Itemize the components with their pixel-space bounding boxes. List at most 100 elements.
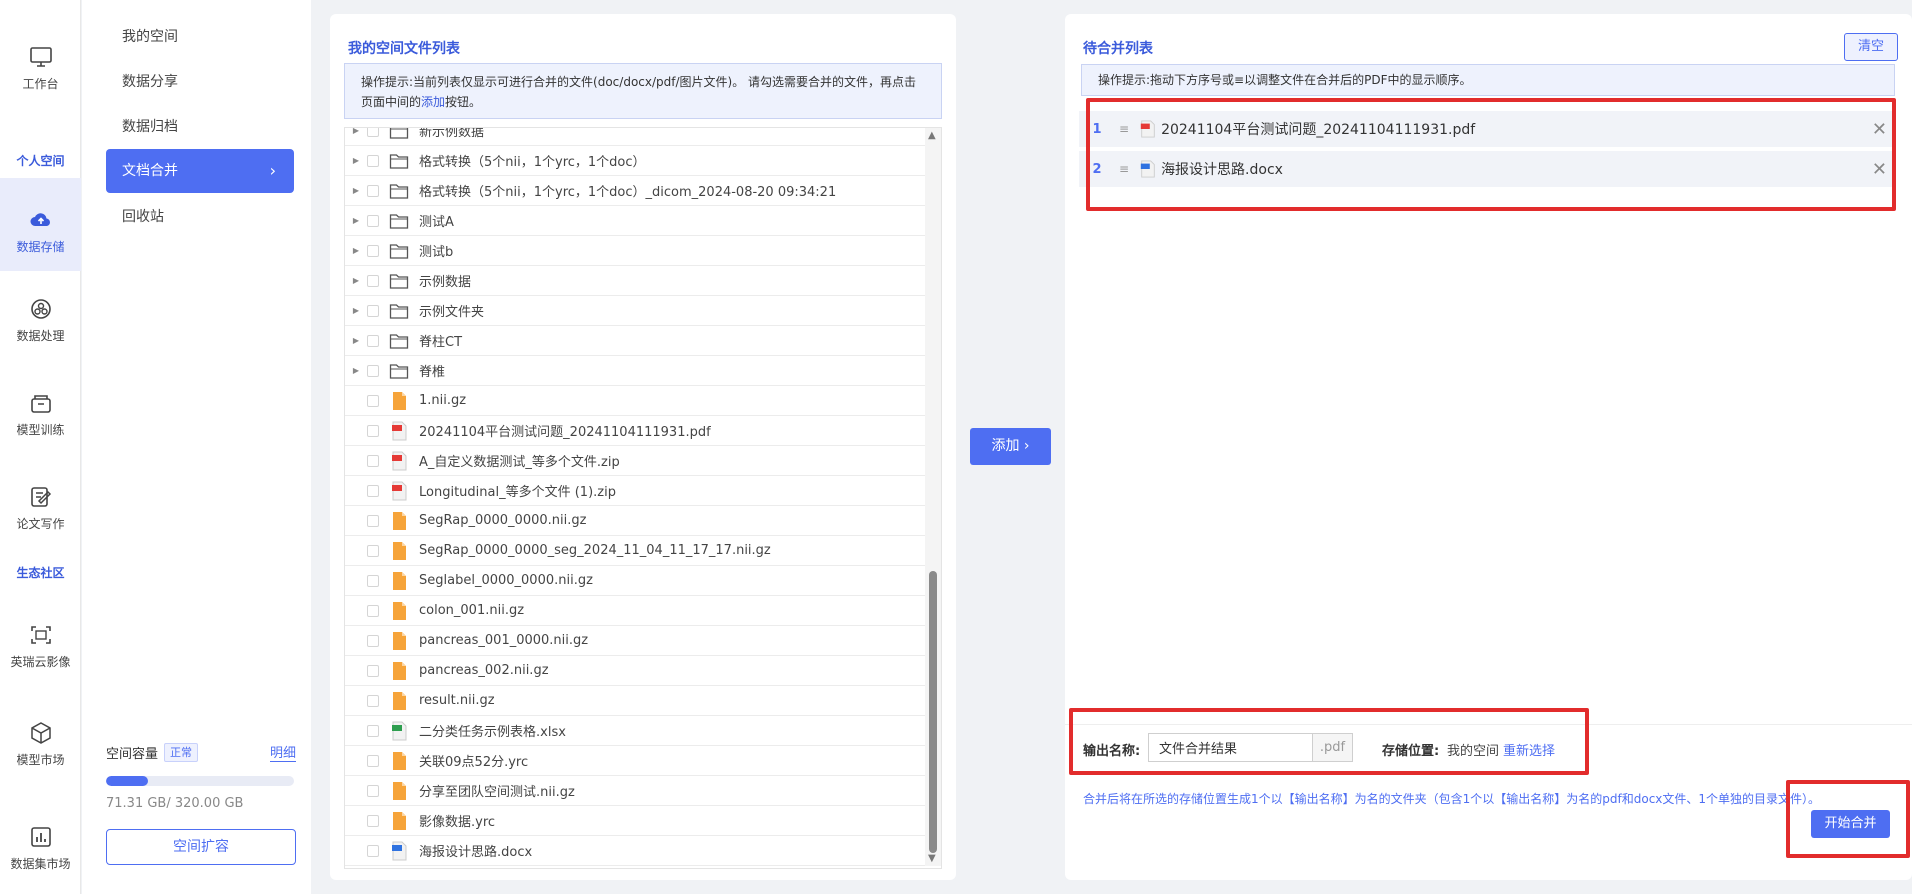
scrollbar[interactable]: ▲ ▼ — [925, 128, 941, 866]
file-checkbox[interactable] — [367, 128, 379, 137]
start-merge-button[interactable]: 开始合并 — [1811, 810, 1890, 838]
merge-item[interactable]: 2 ≡ 海报设计思路.docx ✕ — [1079, 151, 1895, 187]
menu-item-data-share[interactable]: 数据分享 — [106, 60, 294, 104]
file-checkbox[interactable] — [367, 424, 379, 437]
reselect-link[interactable]: 重新选择 — [1503, 740, 1555, 759]
expand-arrow-icon[interactable]: ▶ — [345, 276, 367, 285]
rail-workbench[interactable]: 工作台 — [0, 45, 81, 92]
file-checkbox[interactable] — [367, 634, 379, 647]
expand-arrow-icon[interactable]: ▶ — [345, 246, 367, 255]
file-row[interactable]: Seglabel_0000_0000.nii.gz — [345, 566, 941, 596]
add-button[interactable]: 添加 › — [970, 428, 1051, 465]
remove-icon[interactable]: ✕ — [1872, 159, 1887, 180]
file-row[interactable]: result.nii.gz — [345, 686, 941, 716]
file-checkbox[interactable] — [367, 754, 379, 767]
scroll-down-icon[interactable]: ▼ — [928, 853, 936, 864]
file-row[interactable]: 影像数据.yrc — [345, 806, 941, 836]
file-row[interactable]: 分享至团队空间测试.nii.gz — [345, 776, 941, 806]
folder-row[interactable]: ▶ 新示例数据 — [345, 128, 941, 146]
rail-data-processing[interactable]: 数据处理 — [0, 297, 81, 344]
file-checkbox[interactable] — [367, 514, 379, 527]
expand-arrow-icon[interactable]: ▶ — [345, 306, 367, 315]
file-row[interactable]: 海报设计思路.docx — [345, 836, 941, 866]
expand-arrow-icon[interactable]: ▶ — [345, 366, 367, 375]
file-name: 关联09点52分.yrc — [419, 755, 529, 770]
file-checkbox[interactable] — [367, 604, 379, 617]
file-checkbox[interactable] — [367, 184, 379, 197]
file-checkbox[interactable] — [367, 724, 379, 737]
file-checkbox[interactable] — [367, 304, 379, 317]
file-row[interactable]: Longitudinal_等多个文件 (1).zip — [345, 476, 941, 506]
file-name: 格式转换（5个nii，1个yrc，1个doc）_dicom_2024-08-20… — [419, 185, 837, 200]
file-row[interactable]: SegRap_0000_0000_seg_2024_11_04_11_17_17… — [345, 536, 941, 566]
folder-row[interactable]: ▶ 脊椎 — [345, 356, 941, 386]
expand-space-button[interactable]: 空间扩容 — [106, 829, 296, 865]
rail-paper-writing[interactable]: 论文写作 — [0, 485, 81, 532]
file-checkbox[interactable] — [367, 664, 379, 677]
storage-info: 空间容量 正常 明细 71.31 GB/ 320.00 GB — [106, 742, 296, 811]
menu-item-recycle-bin[interactable]: 回收站 — [106, 195, 294, 239]
merge-item-number[interactable]: 1 — [1079, 122, 1115, 137]
file-row[interactable]: SegRap_0000_0000.nii.gz — [345, 506, 941, 536]
file-name: 二分类任务示例表格.xlsx — [419, 725, 566, 740]
expand-arrow-icon[interactable]: ▶ — [345, 216, 367, 225]
folder-row[interactable]: ▶ 示例文件夹 — [345, 296, 941, 326]
folder-row[interactable]: ▶ 格式转换（5个nii，1个yrc，1个doc）_dicom_2024-08-2… — [345, 176, 941, 206]
menu-item-my-space[interactable]: 我的空间 — [106, 15, 294, 59]
merge-item[interactable]: 1 ≡ 20241104平台测试问题_20241104111931.pdf ✕ — [1079, 111, 1895, 147]
scan-frame-icon — [30, 626, 51, 644]
file-checkbox[interactable] — [367, 784, 379, 797]
rail-model-training[interactable]: 模型训练 — [0, 391, 81, 438]
file-checkbox[interactable] — [367, 334, 379, 347]
folder-row[interactable]: ▶ 脊柱CT — [345, 326, 941, 356]
file-list-title: 我的空间文件列表 — [348, 41, 460, 57]
file-row[interactable]: 1.nii.gz — [345, 386, 941, 416]
file-checkbox[interactable] — [367, 274, 379, 287]
merge-item-number[interactable]: 2 — [1079, 162, 1115, 177]
folder-icon — [389, 213, 409, 229]
storage-detail-link[interactable]: 明细 — [269, 742, 296, 762]
file-checkbox[interactable] — [367, 544, 379, 557]
file-row[interactable]: pancreas_001_0000.nii.gz — [345, 626, 941, 656]
file-row[interactable]: 20241104平台测试问题_20241104111931.pdf — [345, 416, 941, 446]
expand-arrow-icon[interactable]: ▶ — [345, 186, 367, 195]
file-checkbox[interactable] — [367, 484, 379, 497]
drag-handle-icon[interactable]: ≡ — [1119, 162, 1129, 176]
xlsx-file-icon — [392, 721, 407, 740]
menu-item-doc-merge[interactable]: 文档合并 › — [106, 149, 294, 193]
file-row[interactable]: 关联09点52分.yrc — [345, 746, 941, 776]
file-checkbox[interactable] — [367, 244, 379, 257]
rail-dataset-market[interactable]: 数据集市场 — [0, 825, 81, 872]
folder-row[interactable]: ▶ 测试b — [345, 236, 941, 266]
remove-icon[interactable]: ✕ — [1872, 119, 1887, 140]
output-name-input[interactable] — [1148, 733, 1313, 762]
file-checkbox[interactable] — [367, 694, 379, 707]
folder-row[interactable]: ▶ 测试A — [345, 206, 941, 236]
rail-data-storage[interactable]: 数据存储 — [0, 178, 81, 271]
scroll-thumb[interactable] — [929, 571, 937, 853]
file-checkbox[interactable] — [367, 154, 379, 167]
rail-model-market[interactable]: 模型市场 — [0, 721, 81, 768]
file-row[interactable]: 二分类任务示例表格.xlsx — [345, 716, 941, 746]
clear-button[interactable]: 清空 — [1844, 33, 1898, 61]
rail-cloud-imaging[interactable]: 英瑞云影像 — [0, 623, 81, 670]
file-checkbox[interactable] — [367, 214, 379, 227]
expand-arrow-icon[interactable]: ▶ — [345, 128, 367, 135]
file-checkbox[interactable] — [367, 844, 379, 857]
file-checkbox[interactable] — [367, 394, 379, 407]
pdf-file-icon — [392, 421, 407, 440]
menu-item-data-archive[interactable]: 数据归档 — [106, 105, 294, 149]
file-row[interactable]: A_自定义数据测试_等多个文件.zip — [345, 446, 941, 476]
scroll-up-icon[interactable]: ▲ — [928, 130, 936, 141]
expand-arrow-icon[interactable]: ▶ — [345, 156, 367, 165]
file-checkbox[interactable] — [367, 454, 379, 467]
file-checkbox[interactable] — [367, 814, 379, 827]
file-row[interactable]: colon_001.nii.gz — [345, 596, 941, 626]
file-checkbox[interactable] — [367, 364, 379, 377]
file-checkbox[interactable] — [367, 574, 379, 587]
file-row[interactable]: pancreas_002.nii.gz — [345, 656, 941, 686]
drag-handle-icon[interactable]: ≡ — [1119, 122, 1129, 136]
expand-arrow-icon[interactable]: ▶ — [345, 336, 367, 345]
folder-row[interactable]: ▶ 格式转换（5个nii，1个yrc，1个doc） — [345, 146, 941, 176]
folder-row[interactable]: ▶ 示例数据 — [345, 266, 941, 296]
